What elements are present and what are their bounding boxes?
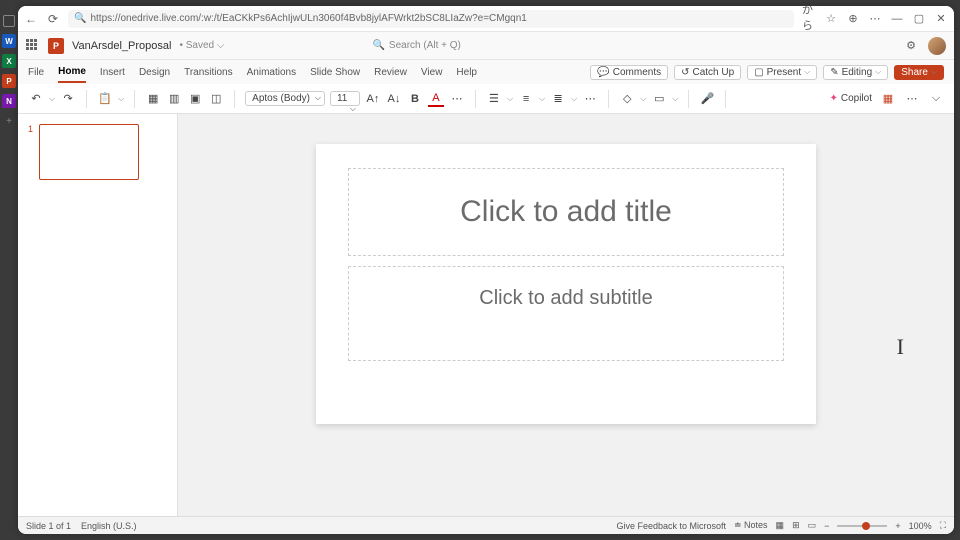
dictate-icon[interactable]: 🎤 xyxy=(699,91,715,107)
section-icon[interactable]: ◫ xyxy=(208,91,224,107)
favorite-icon[interactable]: ☆ xyxy=(824,12,838,26)
tab-review[interactable]: Review xyxy=(374,63,407,82)
font-name-select[interactable]: Aptos (Body) xyxy=(245,91,325,106)
slide-canvas[interactable]: Click to add title Click to add subtitle… xyxy=(178,114,954,516)
normal-view-icon[interactable]: ▦ xyxy=(776,520,785,531)
zoom-level[interactable]: 100% xyxy=(909,521,932,531)
url-text: https://onedrive.live.com/:w:/t/EaCKkPs6… xyxy=(90,13,526,24)
minimize-icon[interactable]: — xyxy=(890,12,904,26)
powerpoint-logo-icon: P xyxy=(48,38,64,54)
workspace: 1 Click to add title Click to add subtit… xyxy=(18,114,954,516)
fit-window-icon[interactable]: ⛶ xyxy=(940,520,946,531)
font-size-select[interactable]: 11 xyxy=(330,91,360,106)
search-input[interactable]: 🔍 Search (Alt + Q) xyxy=(372,40,460,51)
ribbon-tabs: File Home Insert Design Transitions Anim… xyxy=(18,60,954,84)
numbering-icon[interactable]: ≡ xyxy=(518,91,534,107)
more-font-icon[interactable]: ⋯ xyxy=(449,91,465,107)
tab-file[interactable]: File xyxy=(28,63,44,82)
slide-thumbnail-1[interactable] xyxy=(39,124,139,180)
lock-icon: 🔍 xyxy=(74,13,86,24)
bold-icon[interactable]: B xyxy=(407,91,423,107)
word-app-icon[interactable]: W xyxy=(2,34,16,48)
zoom-out-icon[interactable]: − xyxy=(824,521,829,531)
editing-button[interactable]: ✎ Editing ⌵ xyxy=(823,65,888,80)
refresh-icon[interactable]: ⟳ xyxy=(46,12,60,26)
zoom-slider[interactable] xyxy=(837,525,887,527)
redo-icon[interactable]: ↷ xyxy=(60,91,76,107)
comments-button[interactable]: 💬 Comments xyxy=(590,65,668,80)
search-icon: 🔍 xyxy=(372,40,384,51)
tab-help[interactable]: Help xyxy=(456,63,477,82)
new-tab-icon[interactable]: + xyxy=(2,114,16,128)
excel-app-icon[interactable]: X xyxy=(2,54,16,68)
copilot-icon: ✦ xyxy=(829,93,837,104)
shapes-icon[interactable]: ◇ xyxy=(619,91,635,107)
more-icon[interactable]: ⋯ xyxy=(868,12,882,26)
app-titlebar: P VanArsdel_Proposal • Saved ⌵ 🔍 Search … xyxy=(18,32,954,60)
designer-icon[interactable]: ▦ xyxy=(880,91,896,107)
browser-vertical-tabs: W X P N + xyxy=(0,0,18,540)
tab-view[interactable]: View xyxy=(421,63,443,82)
text-cursor-icon: I xyxy=(897,334,904,360)
address-bar-row: ← ⟳ 🔍 https://onedrive.live.com/:w:/t/Ea… xyxy=(18,6,954,32)
slide: Click to add title Click to add subtitle xyxy=(316,144,816,424)
copilot-button[interactable]: ✦Copilot xyxy=(829,93,872,104)
app-launcher-icon[interactable] xyxy=(26,39,40,53)
thumbnail-number: 1 xyxy=(28,124,33,180)
document-name[interactable]: VanArsdel_Proposal xyxy=(72,40,171,52)
increase-font-icon[interactable]: A↑ xyxy=(365,91,381,107)
url-input[interactable]: 🔍 https://onedrive.live.com/:w:/t/EaCKkP… xyxy=(68,10,794,28)
layout-icon[interactable]: ▥ xyxy=(166,91,182,107)
new-slide-icon[interactable]: ▦ xyxy=(145,91,161,107)
user-avatar[interactable] xyxy=(928,37,946,55)
reset-icon[interactable]: ▣ xyxy=(187,91,203,107)
tab-home[interactable]: Home xyxy=(58,62,86,83)
tab-thumb-icon[interactable] xyxy=(2,14,16,28)
close-icon[interactable]: ✕ xyxy=(934,12,948,26)
collections-icon[interactable]: ⊕ xyxy=(846,12,860,26)
language-status[interactable]: English (U.S.) xyxy=(81,521,137,531)
back-icon[interactable]: ← xyxy=(24,12,38,26)
status-bar: Slide 1 of 1 English (U.S.) Give Feedbac… xyxy=(18,516,954,534)
zoom-in-icon[interactable]: + xyxy=(895,521,900,531)
tab-design[interactable]: Design xyxy=(139,63,170,82)
font-color-icon[interactable]: A xyxy=(428,91,444,107)
ribbon-toolbar: ↶⌵ ↷ 📋⌵ ▦ ▥ ▣ ◫ Aptos (Body) 11 A↑ A↓ B … xyxy=(18,84,954,114)
search-placeholder: Search (Alt + Q) xyxy=(389,40,461,51)
tab-transitions[interactable]: Transitions xyxy=(184,63,233,82)
present-button[interactable]: ▢ Present ⌵ xyxy=(747,65,817,80)
tab-insert[interactable]: Insert xyxy=(100,63,125,82)
title-placeholder[interactable]: Click to add title xyxy=(348,168,784,256)
sorter-view-icon[interactable]: ⊞ xyxy=(792,520,800,531)
decrease-font-icon[interactable]: A↓ xyxy=(386,91,402,107)
read-aloud-icon[interactable]: �からの xyxy=(802,12,816,26)
paste-icon[interactable]: 📋 xyxy=(97,91,113,107)
browser-window: ← ⟳ 🔍 https://onedrive.live.com/:w:/t/Ea… xyxy=(18,6,954,534)
settings-icon[interactable]: ⚙ xyxy=(904,39,918,53)
save-status[interactable]: • Saved ⌵ xyxy=(179,40,224,51)
reading-view-icon[interactable]: ▭ xyxy=(808,520,817,531)
align-icon[interactable]: ≣ xyxy=(550,91,566,107)
share-button[interactable]: Share ⌵ xyxy=(894,65,944,80)
more-para-icon[interactable]: ⋯ xyxy=(582,91,598,107)
notes-toggle[interactable]: ≐ Notes xyxy=(734,520,768,531)
subtitle-placeholder[interactable]: Click to add subtitle xyxy=(348,266,784,361)
maximize-icon[interactable]: ▢ xyxy=(912,12,926,26)
slide-counter[interactable]: Slide 1 of 1 xyxy=(26,521,71,531)
arrange-icon[interactable]: ▭ xyxy=(651,91,667,107)
slide-thumbnails-panel: 1 xyxy=(18,114,178,516)
collapse-ribbon-icon[interactable]: ⌵ xyxy=(928,91,944,107)
undo-icon[interactable]: ↶ xyxy=(28,91,44,107)
more-ribbon-icon[interactable]: ⋯ xyxy=(904,91,920,107)
tab-animations[interactable]: Animations xyxy=(247,63,296,82)
tab-slideshow[interactable]: Slide Show xyxy=(310,63,360,82)
feedback-link[interactable]: Give Feedback to Microsoft xyxy=(616,521,726,531)
catchup-button[interactable]: ↺ Catch Up xyxy=(674,65,741,80)
bullets-icon[interactable]: ☰ xyxy=(486,91,502,107)
onenote-app-icon[interactable]: N xyxy=(2,94,16,108)
powerpoint-app-icon[interactable]: P xyxy=(2,74,16,88)
